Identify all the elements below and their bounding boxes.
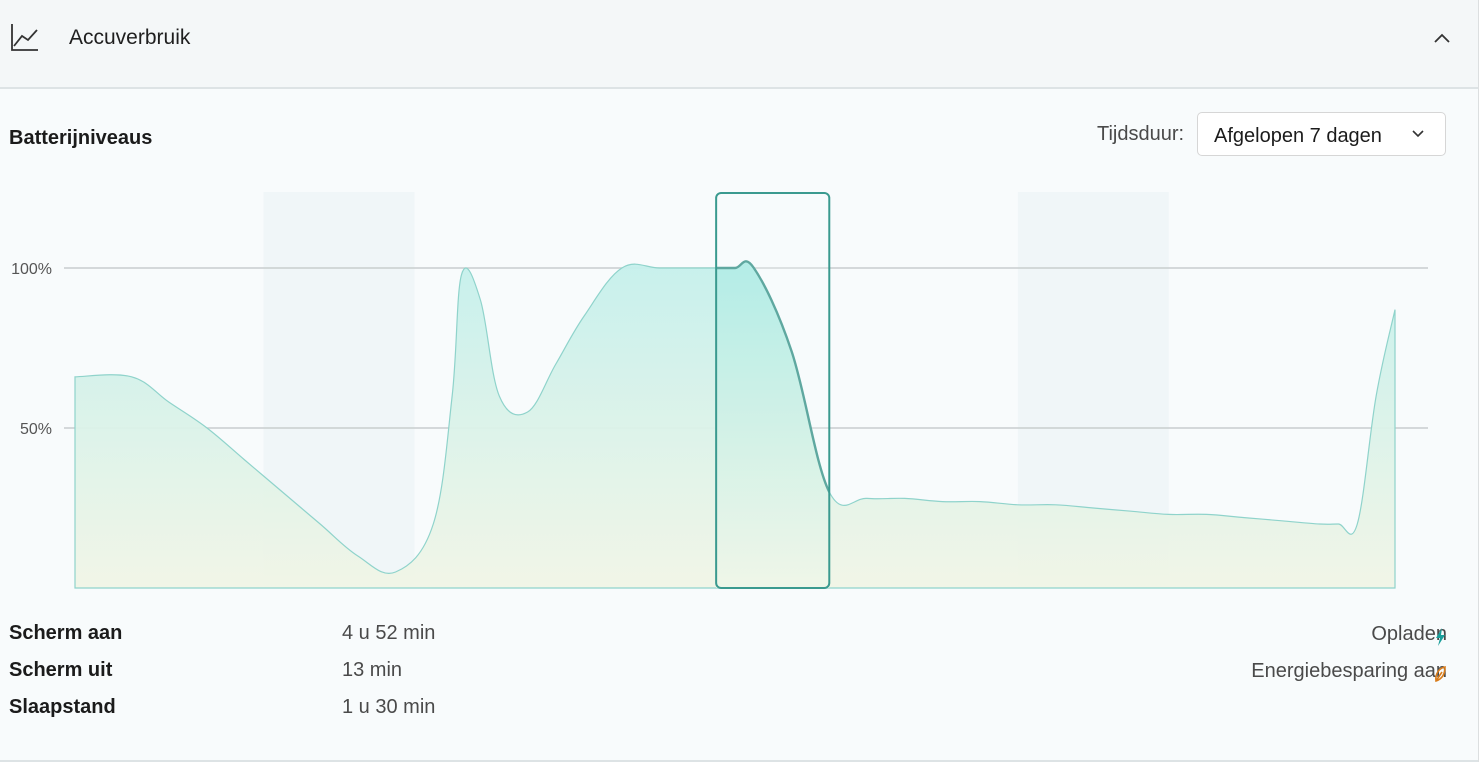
chevron-down-icon xyxy=(1412,130,1424,138)
legend-label: Energiebesparing aan xyxy=(1251,660,1447,682)
stat-label: Slaapstand xyxy=(9,696,116,718)
duration-selected-value: Afgelopen 7 dagen xyxy=(1214,125,1382,147)
battery-usage-title: Accuverbruik xyxy=(69,26,191,49)
collapse-button[interactable] xyxy=(1424,22,1460,54)
lightning-icon xyxy=(1436,628,1445,646)
y-tick-label: 50% xyxy=(20,421,52,438)
window-edge xyxy=(1478,0,1483,762)
battery-usage-header[interactable]: Accuverbruik xyxy=(0,0,1478,89)
battery-level-chart[interactable]: 100% 50% xyxy=(0,170,1478,600)
duration-label: Tijdsduur: xyxy=(1097,123,1185,145)
stat-value: 1 u 30 min xyxy=(342,696,436,718)
stat-value: 13 min xyxy=(342,659,403,681)
leaf-icon xyxy=(1435,666,1446,683)
line-chart-icon xyxy=(11,24,38,51)
stat-label: Scherm aan xyxy=(9,622,123,644)
duration-dropdown[interactable]: Afgelopen 7 dagen xyxy=(1197,112,1446,156)
y-tick-label: 100% xyxy=(11,261,52,278)
stat-value: 4 u 52 min xyxy=(342,622,436,644)
battery-levels-title: Batterijniveaus xyxy=(9,127,153,149)
selected-time-range[interactable] xyxy=(715,192,831,589)
chevron-up-icon xyxy=(1434,33,1450,43)
stat-label: Scherm uit xyxy=(9,659,113,681)
